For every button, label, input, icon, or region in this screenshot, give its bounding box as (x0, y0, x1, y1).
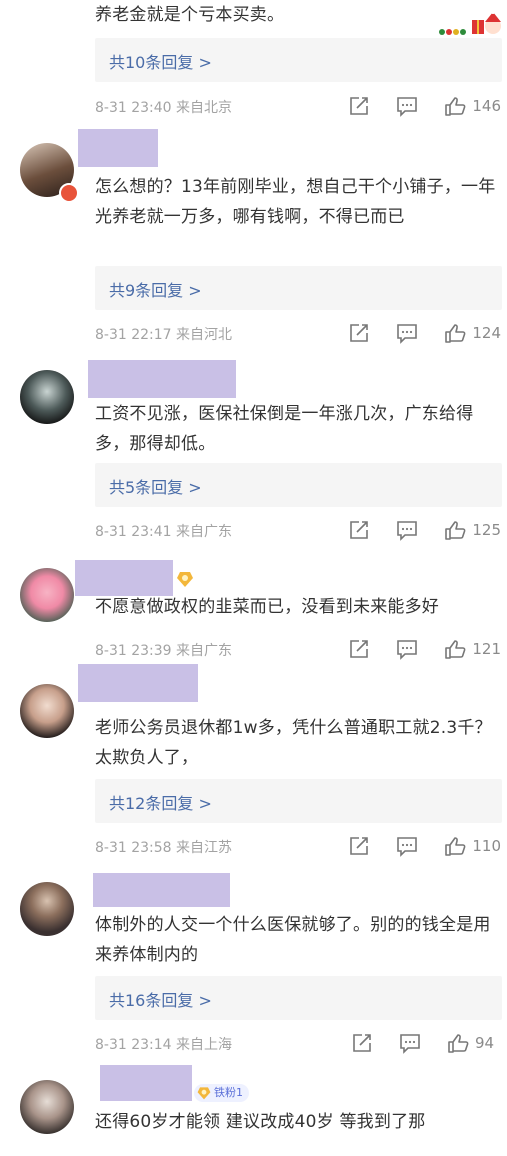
view-replies-button[interactable]: 共9条回复 > (95, 266, 502, 310)
comment-icon[interactable] (399, 1032, 421, 1054)
like-count: 94 (475, 1034, 495, 1052)
thumbs-up-icon[interactable] (444, 835, 466, 857)
share-icon[interactable] (348, 519, 370, 541)
comment-text: 养老金就是个亏本买卖。 (95, 5, 285, 25)
replies-link[interactable]: 共16条回复 > (109, 987, 212, 1011)
comment-icon[interactable] (396, 322, 418, 344)
fan-badge-label: 铁粉1 (214, 1086, 243, 1099)
like-count: 124 (472, 324, 501, 342)
avatar[interactable] (20, 370, 74, 424)
comment-meta: 8-31 23:58 来自江苏 (95, 840, 233, 856)
username-masked[interactable] (78, 664, 198, 702)
comment-meta: 8-31 23:39 来自广东 (95, 643, 233, 659)
comment-text: 怎么想的？13年前刚毕业，想自己干个小铺子，一年光养老就一万多，哪有钱啊，不得已… (95, 177, 496, 227)
thumbs-up-icon[interactable] (444, 519, 466, 541)
avatar[interactable] (20, 882, 74, 936)
like-count: 146 (472, 97, 501, 115)
comment-icon[interactable] (396, 95, 418, 117)
like-count: 121 (472, 640, 501, 658)
avatar[interactable] (20, 568, 74, 622)
username-masked[interactable] (75, 560, 173, 596)
view-replies-button[interactable]: 共12条回复 > (95, 779, 502, 823)
fan-badge-icon (175, 570, 195, 588)
view-replies-button[interactable]: 共16条回复 > (95, 976, 502, 1020)
replies-link[interactable]: 共12条回复 > (109, 790, 212, 814)
thumbs-up-icon[interactable] (444, 638, 466, 660)
username-masked[interactable] (88, 360, 236, 398)
fan-badge: 铁粉1 (194, 1084, 249, 1102)
like-count: 110 (472, 837, 501, 855)
view-replies-button[interactable]: 共5条回复 > (95, 463, 502, 507)
comment-text: 工资不见涨，医保社保倒是一年涨几次，广东给得多，那得却低。 (95, 404, 474, 454)
christmas-decoration-icon (436, 10, 502, 38)
comment-actions: 146 (322, 94, 501, 118)
thumbs-up-icon[interactable] (444, 95, 466, 117)
share-icon[interactable] (348, 638, 370, 660)
avatar[interactable] (20, 1080, 74, 1134)
comment-text: 体制外的人交一个什么医保就够了。别的的钱全是用来养体制内的 (95, 915, 491, 965)
replies-link[interactable]: 共10条回复 > (109, 49, 212, 73)
share-icon[interactable] (348, 835, 370, 857)
like-count: 125 (472, 521, 501, 539)
comment-icon[interactable] (396, 519, 418, 541)
share-icon[interactable] (348, 95, 370, 117)
username-masked[interactable] (100, 1065, 192, 1101)
thumbs-up-icon[interactable] (447, 1032, 469, 1054)
comment-meta: 8-31 23:40 来自北京 (95, 100, 233, 116)
replies-link[interactable]: 共9条回复 > (109, 277, 202, 301)
comment-meta: 8-31 23:41 来自广东 (95, 524, 233, 540)
verified-badge-icon (59, 183, 79, 203)
comment-actions: 125 (322, 518, 501, 542)
share-icon[interactable] (348, 322, 370, 344)
share-icon[interactable] (351, 1032, 373, 1054)
comment-text: 还得60岁才能领 建议改成40岁 等我到了那 (95, 1112, 426, 1132)
comment-meta: 8-31 22:17 来自河北 (95, 327, 233, 343)
comment-actions: 124 (322, 321, 501, 345)
comment-actions: 121 (322, 637, 501, 661)
comment-text: 不愿意做政权的韭菜而已，没看到未来能多好 (95, 597, 439, 617)
fan-badge-icon (197, 1087, 211, 1100)
comment-actions: 110 (322, 834, 501, 858)
comment-icon[interactable] (396, 835, 418, 857)
avatar[interactable] (20, 684, 74, 738)
replies-link[interactable]: 共5条回复 > (109, 474, 202, 498)
comment-meta: 8-31 23:14 来自上海 (95, 1037, 233, 1053)
username-masked[interactable] (78, 129, 158, 167)
comment-actions: 94 (325, 1031, 501, 1055)
thumbs-up-icon[interactable] (444, 322, 466, 344)
comment-icon[interactable] (396, 638, 418, 660)
comment-text: 老师公务员退休都1w多，凭什么普通职工就2.3千？太欺负人了， (95, 718, 492, 768)
username-masked[interactable] (93, 873, 230, 907)
view-replies-button[interactable]: 共10条回复 > (95, 38, 502, 82)
